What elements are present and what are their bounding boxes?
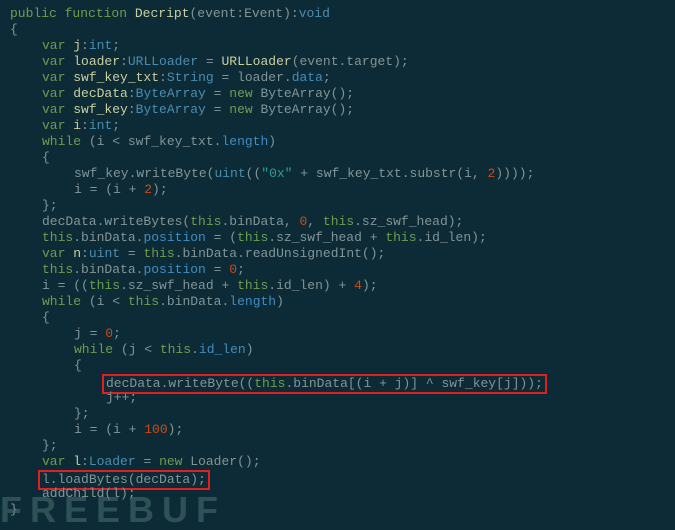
code-line: { [10, 310, 665, 326]
code-line: var j:int; [10, 38, 665, 54]
code-line: i = (i + 2); [10, 182, 665, 198]
code-line: var swf_key_txt:String = loader.data; [10, 70, 665, 86]
highlight-box-1: decData.writeByte((this.binData[(i + j)]… [102, 374, 547, 394]
code-line: addChild(l); [10, 486, 665, 502]
code-line: }; [10, 406, 665, 422]
code-line: { [10, 150, 665, 166]
code-line: }; [10, 438, 665, 454]
code-line: }; [10, 198, 665, 214]
code-line: swf_key.writeByte(uint(("0x" + swf_key_t… [10, 166, 665, 182]
code-line: var i:int; [10, 118, 665, 134]
code-line: while (i < this.binData.length) [10, 294, 665, 310]
code-line: { [10, 22, 665, 38]
code-line: j = 0; [10, 326, 665, 342]
code-block: public function Decript(event:Event):voi… [10, 6, 665, 518]
code-line: } [10, 502, 665, 518]
code-line: this.binData.position = (this.sz_swf_hea… [10, 230, 665, 246]
code-line: i = ((this.sz_swf_head + this.id_len) + … [10, 278, 665, 294]
code-line: var l:Loader = new Loader(); [10, 454, 665, 470]
code-line: while (j < this.id_len) [10, 342, 665, 358]
code-line: var loader:URLLoader = URLLoader(event.t… [10, 54, 665, 70]
code-line: decData.writeByte((this.binData[(i + j)]… [10, 374, 665, 390]
code-line: decData.writeBytes(this.binData, 0, this… [10, 214, 665, 230]
code-line: l.loadBytes(decData); [10, 470, 665, 486]
code-line: this.binData.position = 0; [10, 262, 665, 278]
code-line: var n:uint = this.binData.readUnsignedIn… [10, 246, 665, 262]
code-line: var decData:ByteArray = new ByteArray(); [10, 86, 665, 102]
code-line: while (i < swf_key_txt.length) [10, 134, 665, 150]
code-line: i = (i + 100); [10, 422, 665, 438]
code-line: var swf_key:ByteArray = new ByteArray(); [10, 102, 665, 118]
code-line: public function Decript(event:Event):voi… [10, 6, 665, 22]
code-line: { [10, 358, 665, 374]
